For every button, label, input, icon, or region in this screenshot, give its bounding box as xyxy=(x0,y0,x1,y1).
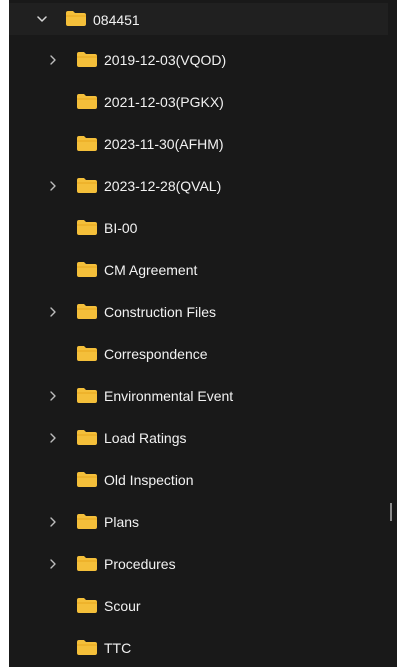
tree-item-label: Correspondence xyxy=(104,346,208,362)
tree-item-2023-12-28-qval[interactable]: 2023-12-28(QVAL) xyxy=(9,171,379,201)
navigation-pane: 084451 2019-12-03(VQOD) 2021-12-03(PGKX) 2… xyxy=(9,0,397,667)
folder-icon xyxy=(77,346,97,361)
tree-item-2019-12-03-vqod[interactable]: 2019-12-03(VQOD) xyxy=(9,45,379,75)
tree-item-label: Environmental Event xyxy=(104,388,234,404)
folder-icon xyxy=(77,136,97,151)
folder-icon xyxy=(77,640,97,655)
tree-item-084451[interactable]: 084451 xyxy=(9,3,389,35)
folder-icon xyxy=(77,220,97,235)
tree-item-label: Old Inspection xyxy=(104,472,194,488)
tree-item-label: BI-00 xyxy=(104,220,138,236)
chevron-right-icon[interactable] xyxy=(47,180,59,192)
tree-item-label: 2021-12-03(PGKX) xyxy=(104,94,224,110)
tree-item-2023-11-30-afhm[interactable]: 2023-11-30(AFHM) xyxy=(9,129,379,159)
vertical-scrollbar[interactable] xyxy=(388,0,394,667)
tree-item-scour[interactable]: Scour xyxy=(9,591,379,621)
tree-item-cm-agreement[interactable]: CM Agreement xyxy=(9,255,379,285)
tree-item-correspondence[interactable]: Correspondence xyxy=(9,339,379,369)
tree-item-label: CM Agreement xyxy=(104,262,198,278)
tree-item-label: Plans xyxy=(104,514,140,530)
tree-item-procedures[interactable]: Procedures xyxy=(9,549,379,579)
folder-icon xyxy=(77,52,97,67)
folder-icon xyxy=(77,514,97,529)
tree-item-label: Scour xyxy=(104,598,141,614)
tree-item-label: 2023-12-28(QVAL) xyxy=(104,178,222,194)
chevron-right-icon[interactable] xyxy=(47,306,59,318)
tree-item-label: 084451 xyxy=(93,12,140,28)
folder-icon xyxy=(77,262,97,277)
tree-item-label: Procedures xyxy=(104,556,176,572)
tree-item-load-ratings[interactable]: Load Ratings xyxy=(9,423,379,453)
folder-icon xyxy=(77,304,97,319)
tree-item-ttc[interactable]: TTC xyxy=(9,633,379,663)
tree-item-label: 2019-12-03(VQOD) xyxy=(104,52,227,68)
tree-item-label: 2023-11-30(AFHM) xyxy=(104,136,224,152)
tree-item-environmental-event[interactable]: Environmental Event xyxy=(9,381,379,411)
folder-icon xyxy=(77,388,97,403)
scrollbar-thumb[interactable] xyxy=(390,503,392,521)
folder-icon xyxy=(66,11,86,26)
tree-item-old-inspection[interactable]: Old Inspection xyxy=(9,465,379,495)
folder-icon xyxy=(77,430,97,445)
tree-item-2021-12-03-pgkx[interactable]: 2021-12-03(PGKX) xyxy=(9,87,379,117)
folder-icon xyxy=(77,598,97,613)
tree-item-plans[interactable]: Plans xyxy=(9,507,379,537)
tree-item-label: Load Ratings xyxy=(104,430,187,446)
chevron-right-icon[interactable] xyxy=(47,558,59,570)
tree-item-label: Construction Files xyxy=(104,304,217,320)
folder-icon xyxy=(77,556,97,571)
chevron-right-icon[interactable] xyxy=(47,516,59,528)
chevron-right-icon[interactable] xyxy=(47,432,59,444)
tree-item-construction-files[interactable]: Construction Files xyxy=(9,297,379,327)
folder-icon xyxy=(77,178,97,193)
tree-item-bi-00[interactable]: BI-00 xyxy=(9,213,379,243)
chevron-right-icon[interactable] xyxy=(47,54,59,66)
folder-icon xyxy=(77,472,97,487)
chevron-down-icon[interactable] xyxy=(36,13,48,25)
chevron-right-icon[interactable] xyxy=(47,390,59,402)
tree-item-label: TTC xyxy=(104,640,132,656)
folder-icon xyxy=(77,94,97,109)
